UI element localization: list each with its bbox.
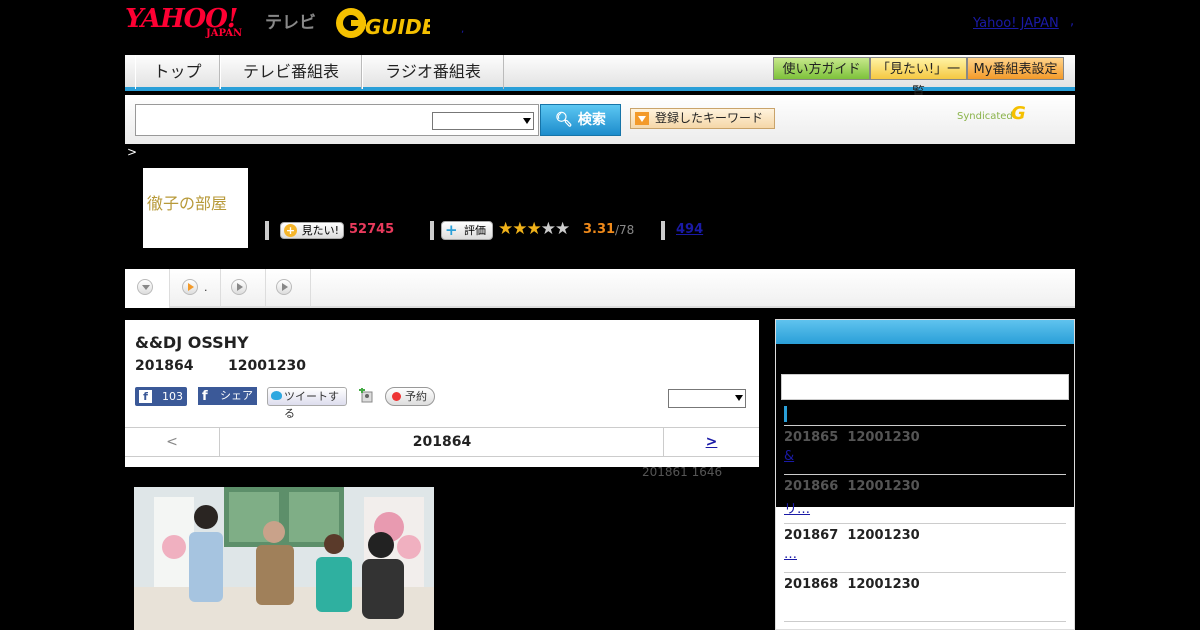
expand-icon	[137, 279, 153, 295]
program-thumbnail-title: 徹子の部屋	[147, 194, 228, 213]
review-count-link[interactable]: 494	[676, 222, 703, 237]
next-date-link[interactable]: >	[663, 428, 759, 456]
sidebar-upcoming: 201865 12001230 & 201866 12001230 リ… 201…	[775, 319, 1075, 630]
list-item-date: 201866 12001230	[784, 479, 920, 494]
tab-play-1[interactable]: .	[170, 269, 221, 306]
divider	[784, 474, 1066, 475]
tab-play-3[interactable]	[266, 269, 311, 306]
twitter-bird-icon	[271, 391, 282, 400]
mitai-list-button[interactable]: 「見たい!」一覧	[870, 57, 967, 100]
list-item-link[interactable]: …	[784, 547, 797, 562]
facebook-share-button[interactable]: f シェア	[198, 387, 257, 405]
program-thumbnail: 徹子の部屋	[143, 168, 248, 248]
search-bar: 🔍︎ 検索 登録したキーワード Syndicated G	[125, 95, 1075, 144]
add-person-icon[interactable]	[358, 388, 374, 404]
sidebar-header	[776, 320, 1074, 344]
yahoo-japan-link[interactable]: Yahoo! JAPAN	[973, 16, 1059, 31]
registered-keywords-label: 登録したキーワード	[655, 111, 764, 125]
plus-icon: +	[284, 224, 297, 237]
current-date: 201864	[412, 434, 472, 450]
star-empty-icon: ★	[540, 219, 556, 239]
tab-play-2[interactable]	[221, 269, 266, 306]
reserve-label: 予約	[405, 390, 427, 403]
divider	[784, 572, 1066, 573]
mitai-count: 52745	[349, 222, 395, 237]
program-photo	[134, 487, 434, 630]
usage-guide-button[interactable]: 使い方ガイド	[773, 57, 870, 80]
share-label: シェア	[220, 389, 253, 402]
record-icon	[392, 392, 401, 401]
divider	[430, 221, 434, 240]
play-icon	[231, 279, 247, 295]
list-item-link[interactable]: &	[784, 449, 794, 464]
sidebar-input[interactable]	[781, 374, 1069, 400]
tab-top[interactable]: トップ	[135, 55, 220, 89]
star-rating: ★★★★★	[498, 219, 570, 239]
rating-count: /78	[615, 223, 635, 237]
star-icon: ★	[498, 219, 513, 239]
breadcrumb[interactable]: >	[127, 145, 137, 159]
gguide-logo[interactable]: GUIDE	[335, 6, 430, 40]
tab-expand[interactable]	[125, 269, 170, 308]
star-icon: ★	[512, 219, 527, 239]
tab-radio-schedule[interactable]: ラジオ番組表	[362, 55, 504, 89]
search-category-select[interactable]	[432, 112, 534, 130]
chevron-down-icon	[735, 395, 743, 401]
facebook-icon: f	[139, 390, 152, 403]
yahoo-japan-logo-sub: JAPAN	[206, 28, 243, 39]
divider	[661, 221, 665, 240]
date-navigation: < 201864 >	[125, 427, 759, 457]
program-detail: &&DJ OSSHY 201864 12001230 f 103 f シェア ツ…	[125, 320, 759, 467]
list-item-date: 201865 12001230	[784, 430, 920, 445]
tab-tv-schedule[interactable]: テレビ番組表	[220, 55, 362, 89]
syndicated-gguide-logo: G	[1011, 103, 1026, 124]
tab-dot: .	[204, 281, 208, 294]
tv-logo[interactable]: テレビ	[265, 8, 316, 33]
search-button[interactable]: 🔍︎ 検索	[540, 104, 621, 136]
facebook-like-button[interactable]: f 103	[135, 387, 187, 406]
program-time: 12001230	[228, 358, 306, 374]
program-date: 201864	[135, 358, 194, 374]
plus-icon: +	[445, 221, 458, 239]
svg-text:GUIDE: GUIDE	[365, 15, 430, 39]
prev-date-button[interactable]: <	[125, 428, 220, 456]
search-icon: 🔍︎	[555, 112, 573, 128]
updated-timestamp: 201861 1646	[642, 465, 723, 479]
dropdown-arrow-icon	[635, 112, 649, 125]
list-item-date: 201867 12001230	[784, 528, 920, 543]
reserve-button[interactable]: 予約	[385, 387, 435, 406]
search-button-label: 検索	[577, 112, 606, 128]
detail-select[interactable]	[668, 389, 746, 408]
chevron-down-icon	[523, 118, 531, 124]
tweet-label: ツイートする	[284, 390, 339, 420]
divider	[784, 425, 1066, 426]
header-link-separator: ,	[1070, 14, 1075, 29]
facebook-count: 103	[162, 390, 183, 403]
divider	[784, 621, 1066, 622]
main-nav: トップ テレビ番組表 ラジオ番組表 使い方ガイド 「見たい!」一覧 My番組表設…	[125, 55, 1075, 100]
header-separator: ,	[461, 24, 465, 35]
star-empty-icon: ★	[555, 219, 570, 239]
facebook-icon: f	[202, 389, 208, 404]
divider	[784, 523, 1066, 524]
mitai-label: 見たい!	[301, 224, 339, 237]
list-item-date: 201868 12001230	[784, 577, 920, 592]
list-item-link[interactable]: リ…	[784, 498, 810, 517]
program-title: &&DJ OSSHY	[135, 333, 249, 352]
program-tabs: .	[125, 269, 1075, 308]
registered-keywords-button[interactable]: 登録したキーワード	[630, 108, 775, 129]
sidebar-accent-bar	[784, 406, 787, 422]
play-icon	[182, 279, 198, 295]
star-icon: ★	[526, 219, 542, 239]
my-schedule-settings-button[interactable]: My番組表設定	[967, 57, 1064, 80]
rate-label: 評価	[464, 224, 486, 237]
syndicated-label: Syndicated	[957, 111, 1013, 122]
play-icon	[276, 279, 292, 295]
rating-score: 3.31	[583, 222, 616, 237]
mitai-button[interactable]: + 見たい!	[280, 222, 344, 239]
tweet-button[interactable]: ツイートする	[267, 387, 347, 420]
divider	[265, 221, 269, 240]
rate-button[interactable]: + 評価	[441, 221, 493, 240]
